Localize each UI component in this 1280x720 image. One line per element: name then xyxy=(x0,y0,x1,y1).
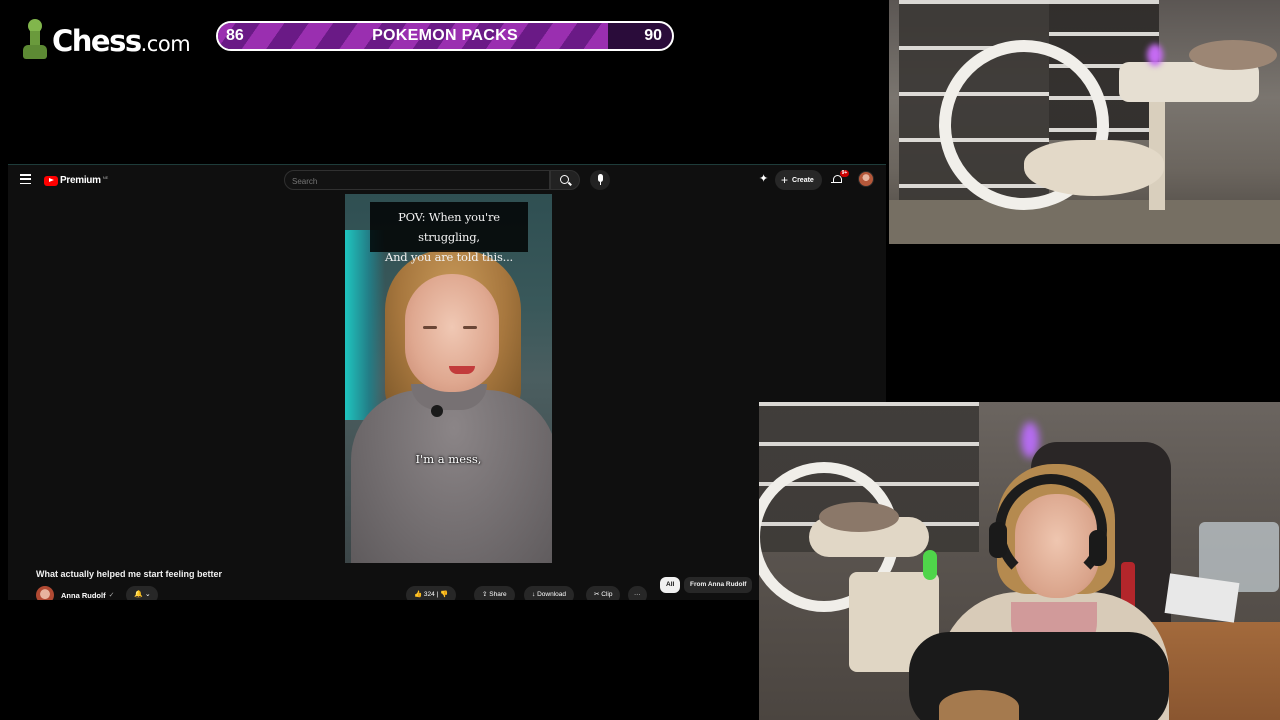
pawn-icon xyxy=(20,17,50,61)
channel-avatar[interactable] xyxy=(36,586,54,600)
chess-com-logo: Chess.com xyxy=(20,16,191,62)
search-button[interactable] xyxy=(550,170,580,190)
video-title: What actually helped me start feeling be… xyxy=(36,569,223,579)
clip-button[interactable]: ✂ Clip xyxy=(586,586,621,600)
more-actions-button[interactable]: ··· xyxy=(628,586,647,600)
brand-wordmark: Chess.com xyxy=(52,24,191,58)
like-button[interactable]: 👍 324 | 👎 xyxy=(406,586,457,600)
chip-all[interactable]: All xyxy=(660,577,681,593)
account-avatar[interactable] xyxy=(858,171,874,187)
search-input[interactable] xyxy=(285,172,549,191)
voice-search-mic-icon[interactable] xyxy=(590,170,610,190)
download-button[interactable]: ↓ Download xyxy=(524,586,574,600)
goal-end-value: 90 xyxy=(644,27,662,44)
search-icon xyxy=(560,175,569,184)
create-button[interactable]: + Create xyxy=(775,170,822,190)
sparkle-icon[interactable] xyxy=(759,172,770,185)
goal-label: POKEMON PACKS xyxy=(372,27,518,44)
share-button[interactable]: ⇪ Share xyxy=(474,586,515,600)
verified-check-icon: ✓ xyxy=(108,592,115,599)
pokemon-packs-goal-bar: 86 POKEMON PACKS 90 xyxy=(216,21,674,51)
channel-name[interactable]: Anna Rudolf xyxy=(61,591,106,600)
search-box xyxy=(284,170,550,191)
youtube-header: Premium NE + Create 9+ xyxy=(8,165,886,195)
chip-from-channel[interactable]: From Anna Rudolf xyxy=(684,577,753,593)
hamburger-menu-icon[interactable] xyxy=(20,174,31,184)
video-subtitle: I'm a mess, xyxy=(415,452,482,466)
notifications-badge: 9+ xyxy=(840,170,849,177)
youtube-play-icon xyxy=(44,175,58,186)
subscribed-bell-button[interactable]: 🔔 ⌄ xyxy=(126,586,159,600)
channel-row: Anna Rudolf ✓ 🔔 ⌄ xyxy=(36,586,159,600)
youtube-window: Premium NE + Create 9+ POV: When you're … xyxy=(8,164,886,600)
room-camera-feed xyxy=(889,0,1280,244)
video-player[interactable]: POV: When you're struggling, And you are… xyxy=(345,194,552,563)
youtube-premium-logo[interactable]: Premium NE xyxy=(44,175,108,186)
plus-icon: + xyxy=(781,173,789,187)
streamer-camera-feed xyxy=(759,402,1280,720)
video-caption-top: POV: When you're struggling, And you are… xyxy=(370,202,528,264)
